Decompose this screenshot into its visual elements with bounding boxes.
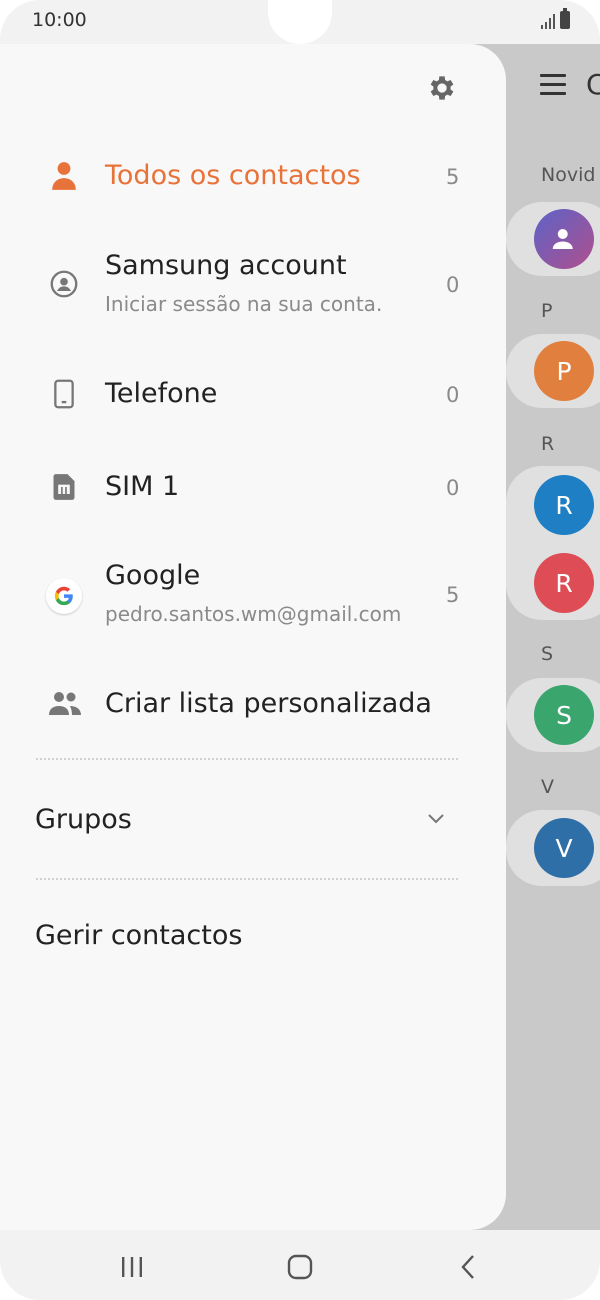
section-header: S — [541, 643, 554, 665]
drawer-item-samsung-account[interactable]: Samsung account Iniciar sessão na sua co… — [0, 240, 506, 330]
drawer-item-label: Todos os contactos — [105, 160, 361, 191]
status-bar: 10:00 — [0, 0, 600, 44]
navigation-drawer: Todos os contactos 5 Samsung account Ini… — [0, 44, 506, 1230]
navigation-bar — [0, 1230, 600, 1300]
section-header: P — [541, 300, 553, 322]
drawer-item-count: 5 — [446, 165, 460, 189]
back-icon[interactable] — [448, 1252, 488, 1282]
avatar: R — [534, 553, 594, 613]
phone-screen: C Novid P P R R R S S V V 10:00 Todos os… — [0, 0, 600, 1300]
settings-gear-icon[interactable] — [426, 72, 458, 104]
person-icon — [48, 160, 80, 192]
sim-card-icon — [48, 471, 80, 503]
drawer-item-label: Google — [105, 560, 201, 591]
samsung-account-icon — [48, 268, 80, 300]
avatar: P — [534, 341, 594, 401]
drawer-item-count: 0 — [446, 476, 460, 500]
menu-icon[interactable] — [540, 74, 566, 101]
avatar: R — [534, 475, 594, 535]
drawer-item-count: 5 — [446, 583, 460, 607]
drawer-item-create-custom-list[interactable]: Criar lista personalizada — [0, 674, 506, 734]
manage-contacts-link[interactable]: Gerir contactos — [35, 920, 242, 951]
section-header: Novid — [541, 164, 596, 186]
drawer-item-phone[interactable]: Telefone 0 — [0, 364, 506, 424]
divider — [36, 878, 458, 880]
drawer-item-count: 0 — [446, 383, 460, 407]
groups-label[interactable]: Grupos — [35, 804, 132, 835]
google-icon — [46, 578, 82, 614]
chevron-down-icon[interactable] — [426, 808, 446, 828]
drawer-item-all-contacts[interactable]: Todos os contactos 5 — [0, 144, 506, 210]
section-header: V — [541, 776, 554, 798]
drawer-item-count: 0 — [446, 273, 460, 297]
divider — [36, 758, 458, 760]
avatar: V — [534, 818, 594, 878]
drawer-item-sim1[interactable]: SIM 1 0 — [0, 458, 506, 518]
section-header: R — [541, 433, 555, 455]
drawer-item-sublabel: pedro.santos.wm@gmail.com — [105, 602, 402, 626]
drawer-item-google[interactable]: Google pedro.santos.wm@gmail.com 5 — [0, 550, 506, 640]
home-icon[interactable] — [280, 1252, 320, 1282]
signal-icon — [541, 13, 555, 29]
page-title: C — [586, 68, 600, 101]
status-icons — [541, 8, 570, 29]
avatar — [534, 209, 594, 269]
group-icon — [48, 688, 82, 720]
camera-notch — [268, 0, 332, 44]
avatar: S — [534, 685, 594, 745]
drawer-item-label: Samsung account — [105, 250, 347, 281]
drawer-item-label: SIM 1 — [105, 471, 180, 502]
status-time: 10:00 — [32, 9, 87, 31]
drawer-item-label: Criar lista personalizada — [105, 688, 432, 719]
battery-icon — [560, 8, 570, 29]
phone-icon — [48, 378, 80, 410]
recent-apps-icon[interactable] — [112, 1252, 152, 1282]
drawer-item-sublabel: Iniciar sessão na sua conta. — [105, 292, 383, 316]
drawer-item-label: Telefone — [105, 378, 218, 409]
